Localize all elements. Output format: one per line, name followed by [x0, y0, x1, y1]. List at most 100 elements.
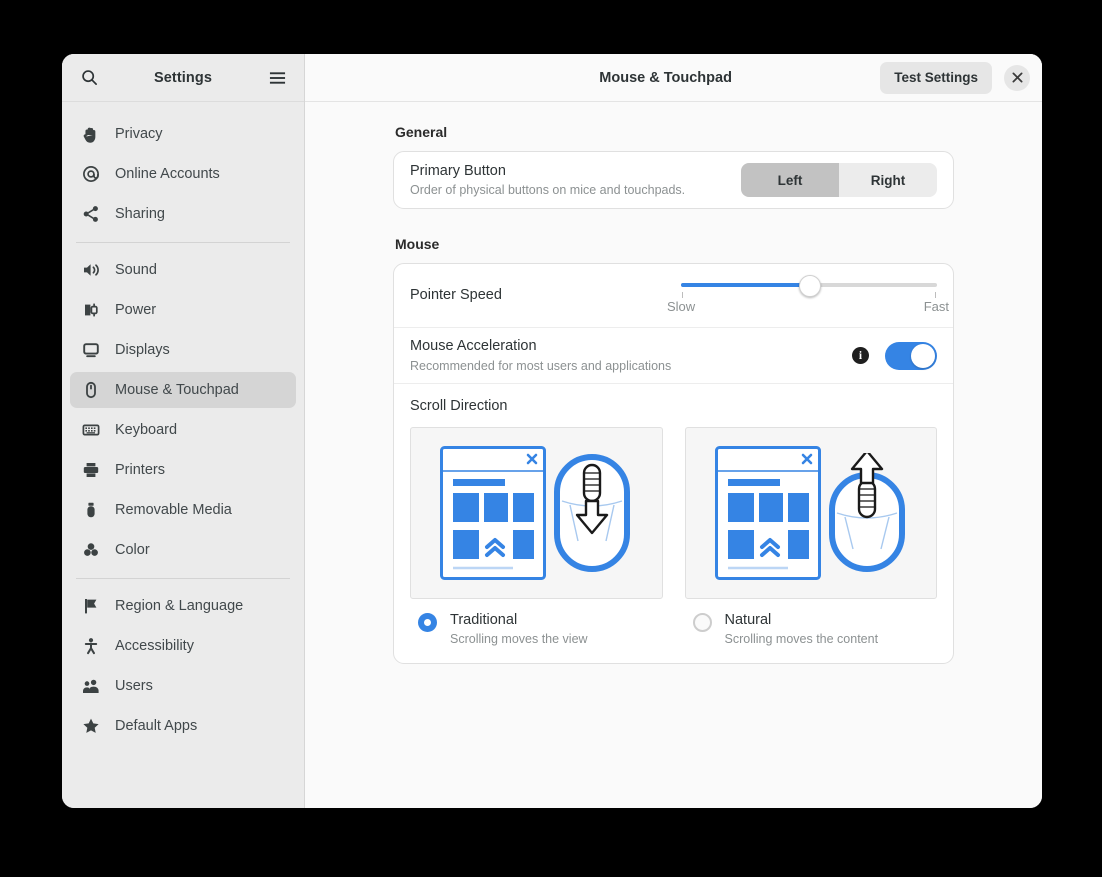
sidebar-separator — [76, 578, 290, 579]
general-section-title: General — [395, 124, 954, 140]
slider-max-label: Fast — [924, 299, 949, 314]
primary-button-segmented-control: Left Right — [741, 163, 937, 197]
sidebar-separator — [76, 242, 290, 243]
mouse-acceleration-title: Mouse Acceleration — [410, 337, 852, 355]
radio-natural[interactable] — [693, 613, 712, 632]
primary-button-title: Primary Button — [410, 162, 741, 180]
usb-drive-icon — [80, 500, 102, 520]
scroll-option-traditional[interactable]: Traditional Scrolling moves the view — [410, 427, 663, 647]
scroll-option-natural[interactable]: Natural Scrolling moves the content — [685, 427, 938, 647]
sidebar-item-displays[interactable]: Displays — [70, 332, 296, 368]
mouse-scroll-up-illustration-icon — [827, 453, 907, 573]
sidebar-item-label: Power — [115, 302, 156, 318]
natural-illustration — [685, 427, 938, 599]
hamburger-menu-icon[interactable] — [264, 65, 290, 91]
printer-icon — [80, 460, 102, 480]
primary-button-option-right[interactable]: Right — [839, 163, 937, 197]
mouse-card: Pointer Speed Slow Fast Mou — [393, 263, 954, 664]
sidebar-item-label: Accessibility — [115, 638, 194, 654]
sidebar-item-removable-media[interactable]: Removable Media — [70, 492, 296, 528]
radio-traditional[interactable] — [418, 613, 437, 632]
natural-subtitle: Scrolling moves the content — [725, 632, 879, 647]
mouse-icon — [80, 380, 102, 400]
mouse-acceleration-subtitle: Recommended for most users and applicati… — [410, 359, 852, 374]
scroll-direction-title: Scroll Direction — [410, 398, 937, 414]
slider-handle[interactable] — [799, 275, 821, 297]
sidebar-item-label: Mouse & Touchpad — [115, 382, 239, 398]
primary-button-option-left[interactable]: Left — [741, 163, 839, 197]
traditional-footer: Traditional Scrolling moves the view — [410, 612, 663, 647]
natural-labels: Natural Scrolling moves the content — [725, 612, 879, 647]
sidebar-item-label: Keyboard — [115, 422, 177, 438]
at-sign-icon — [80, 164, 102, 184]
speaker-icon — [80, 260, 102, 280]
sidebar-item-printers[interactable]: Printers — [70, 452, 296, 488]
sidebar: Settings Privacy Online Accounts Sharing So… — [62, 54, 305, 808]
page-title: Mouse & Touchpad — [321, 70, 880, 86]
sidebar-item-color[interactable]: Color — [70, 532, 296, 568]
sidebar-title: Settings — [102, 70, 264, 86]
traditional-illustration — [410, 427, 663, 599]
sidebar-item-label: Removable Media — [115, 502, 232, 518]
star-icon — [80, 716, 102, 736]
scroll-direction-options: Traditional Scrolling moves the view — [410, 427, 937, 647]
mouse-acceleration-toggle[interactable] — [885, 342, 937, 370]
sidebar-item-users[interactable]: Users — [70, 668, 296, 704]
close-icon[interactable] — [1004, 65, 1030, 91]
sidebar-item-label: Displays — [115, 342, 170, 358]
pointer-speed-title: Pointer Speed — [410, 286, 681, 304]
window-illustration-icon — [715, 446, 821, 580]
sidebar-item-label: Default Apps — [115, 718, 197, 734]
mouse-acceleration-row: Mouse Acceleration Recommended for most … — [394, 327, 953, 383]
mouse-section-title: Mouse — [395, 236, 954, 252]
accessibility-person-icon — [80, 636, 102, 656]
keyboard-icon — [80, 420, 102, 440]
users-icon — [80, 676, 102, 696]
test-settings-button[interactable]: Test Settings — [880, 62, 992, 94]
sidebar-item-sharing[interactable]: Sharing — [70, 196, 296, 232]
content-header: Mouse & Touchpad Test Settings — [305, 54, 1042, 102]
slider-tick-max — [935, 292, 936, 298]
sidebar-item-label: Users — [115, 678, 153, 694]
monitor-icon — [80, 340, 102, 360]
sidebar-item-sound[interactable]: Sound — [70, 252, 296, 288]
sidebar-group: Privacy Online Accounts Sharing — [62, 116, 304, 232]
sidebar-item-keyboard[interactable]: Keyboard — [70, 412, 296, 448]
sidebar-group: Region & Language Accessibility Users Defau… — [62, 588, 304, 744]
sidebar-item-label: Printers — [115, 462, 165, 478]
sidebar-item-label: Sharing — [115, 206, 165, 222]
scroll-direction-block: Scroll Direction — [394, 383, 953, 663]
sidebar-group: Sound Power Displays Mouse & Touchpad Keyboa… — [62, 252, 304, 568]
natural-footer: Natural Scrolling moves the content — [685, 612, 938, 647]
sidebar-item-label: Color — [115, 542, 150, 558]
sidebar-item-label: Sound — [115, 262, 157, 278]
sidebar-header: Settings — [62, 54, 304, 102]
primary-button-subtitle: Order of physical buttons on mice and to… — [410, 183, 741, 198]
sidebar-item-mouse-touchpad[interactable]: Mouse & Touchpad — [70, 372, 296, 408]
share-nodes-icon — [80, 204, 102, 224]
sidebar-item-default-apps[interactable]: Default Apps — [70, 708, 296, 744]
sidebar-item-privacy[interactable]: Privacy — [70, 116, 296, 152]
toggle-knob — [911, 344, 935, 368]
primary-button-text: Primary Button Order of physical buttons… — [410, 162, 741, 198]
slider-min-label: Slow — [667, 299, 695, 314]
sidebar-item-online-accounts[interactable]: Online Accounts — [70, 156, 296, 192]
sidebar-item-label: Online Accounts — [115, 166, 220, 182]
settings-scroll-area: General Primary Button Order of physical… — [305, 102, 1042, 808]
flag-icon — [80, 596, 102, 616]
traditional-subtitle: Scrolling moves the view — [450, 632, 588, 647]
sidebar-item-power[interactable]: Power — [70, 292, 296, 328]
search-icon[interactable] — [76, 65, 102, 91]
general-card: Primary Button Order of physical buttons… — [393, 151, 954, 209]
mouse-acceleration-text: Mouse Acceleration Recommended for most … — [410, 337, 852, 373]
traditional-title: Traditional — [450, 612, 588, 629]
traditional-labels: Traditional Scrolling moves the view — [450, 612, 588, 647]
power-plug-icon — [80, 300, 102, 320]
sidebar-nav-list: Privacy Online Accounts Sharing Sound Power D… — [62, 102, 304, 808]
pointer-speed-text: Pointer Speed — [410, 286, 681, 304]
sidebar-item-region-language[interactable]: Region & Language — [70, 588, 296, 624]
primary-button-row: Primary Button Order of physical buttons… — [394, 152, 953, 208]
sidebar-item-accessibility[interactable]: Accessibility — [70, 628, 296, 664]
pointer-speed-slider[interactable]: Slow Fast — [681, 273, 937, 319]
info-icon[interactable]: i — [852, 347, 869, 364]
